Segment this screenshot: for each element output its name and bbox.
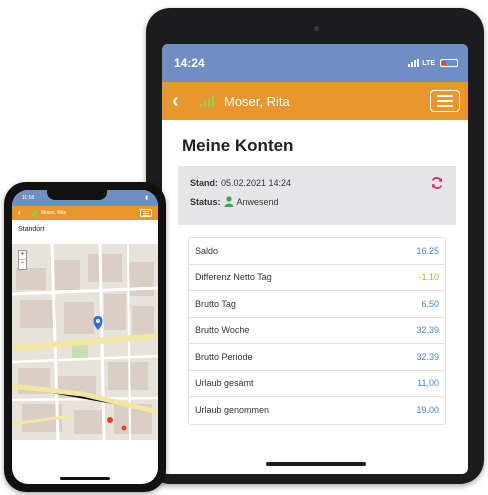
konten-list: Saldo 16.25 Differenz Netto Tag -1.10 Brutto… — [188, 237, 446, 425]
konto-value: 32.39 — [416, 325, 439, 336]
phone-app-header: ‹ Moser, Rita — [12, 206, 158, 220]
phone-battery-icon: ▮ — [145, 195, 148, 201]
status-label: Status: — [190, 196, 221, 207]
refresh-icon[interactable] — [430, 176, 444, 190]
tablet-device: 14:24 LTE ‹ Moser, Rita Meine Konten Sta… — [146, 8, 484, 484]
stand-value: 05.02.2021 14:24 — [221, 178, 292, 188]
phone-notch — [47, 190, 107, 200]
status-time: 14:24 — [174, 56, 205, 70]
phone-home-indicator[interactable] — [60, 477, 110, 480]
konto-label: Urlaub gesamt — [195, 378, 254, 389]
konto-row[interactable]: Brutto Periode 32.39 — [189, 344, 445, 371]
tablet-status-bar: 14:24 LTE — [162, 44, 468, 82]
konto-row[interactable]: Urlaub gesamt 11,00 — [189, 371, 445, 397]
konto-label: Urlaub genommen — [195, 405, 270, 416]
phone-device: 11:58 ▮ ‹ Moser, Rita Standort + − — [4, 182, 166, 492]
phone-signal-icon — [30, 210, 37, 216]
status-value: Anwesend — [236, 196, 279, 207]
network-label: LTE — [422, 59, 435, 67]
phone-status-time: 11:58 — [22, 195, 35, 201]
konto-value: 32.39 — [416, 351, 439, 362]
konto-label: Brutto Periode — [195, 351, 253, 362]
cellular-signal-icon — [408, 59, 420, 67]
konto-row[interactable]: Saldo 16.25 — [189, 238, 445, 265]
konto-row[interactable]: Brutto Woche 32.39 — [189, 318, 445, 344]
konto-value: 19,00 — [416, 405, 439, 416]
konto-label: Differenz Netto Tag — [195, 272, 272, 283]
location-map[interactable]: + − — [12, 244, 158, 440]
person-icon — [224, 196, 234, 207]
stand-status-box: Stand: 05.02.2021 14:24 Status: Anwesend — [178, 166, 456, 225]
phone-menu-icon[interactable] — [140, 209, 152, 217]
konto-row[interactable]: Differenz Netto Tag -1.10 — [189, 265, 445, 291]
konto-label: Brutto Tag — [195, 298, 236, 309]
signal-icon — [200, 95, 214, 107]
tablet-screen: 14:24 LTE ‹ Moser, Rita Meine Konten Sta… — [162, 44, 468, 474]
phone-screen: 11:58 ▮ ‹ Moser, Rita Standort + − — [12, 190, 158, 484]
user-name: Moser, Rita — [224, 93, 290, 109]
konto-value: 6.50 — [421, 298, 439, 309]
back-icon[interactable]: ‹ — [172, 91, 192, 111]
menu-icon[interactable] — [430, 90, 460, 112]
phone-user-name: Moser, Rita — [41, 210, 67, 216]
stand-label: Stand: — [190, 178, 218, 188]
phone-page-title: Standort — [18, 226, 45, 233]
page-title: Meine Konten — [182, 136, 294, 155]
konto-row[interactable]: Urlaub genommen 19,00 — [189, 397, 445, 424]
konto-value: 16.25 — [416, 245, 439, 256]
konto-value: 11,00 — [417, 378, 439, 389]
status-row: Status: Anwesend — [190, 196, 444, 207]
stand-row: Stand: 05.02.2021 14:24 — [190, 178, 444, 188]
home-indicator[interactable] — [266, 462, 366, 466]
battery-icon — [440, 59, 458, 67]
app-header: ‹ Moser, Rita — [162, 82, 468, 120]
phone-back-icon[interactable]: ‹ — [18, 209, 26, 217]
konto-value: -1.10 — [418, 272, 439, 283]
map-zoom-control: + − — [18, 250, 27, 270]
konto-label: Saldo — [195, 245, 219, 256]
tablet-camera — [314, 26, 319, 31]
konto-row[interactable]: Brutto Tag 6.50 — [189, 291, 445, 318]
zoom-in-button[interactable]: + — [19, 251, 26, 260]
map-tiles — [12, 244, 158, 440]
zoom-out-button[interactable]: − — [19, 260, 26, 269]
konto-label: Brutto Woche — [195, 325, 250, 336]
